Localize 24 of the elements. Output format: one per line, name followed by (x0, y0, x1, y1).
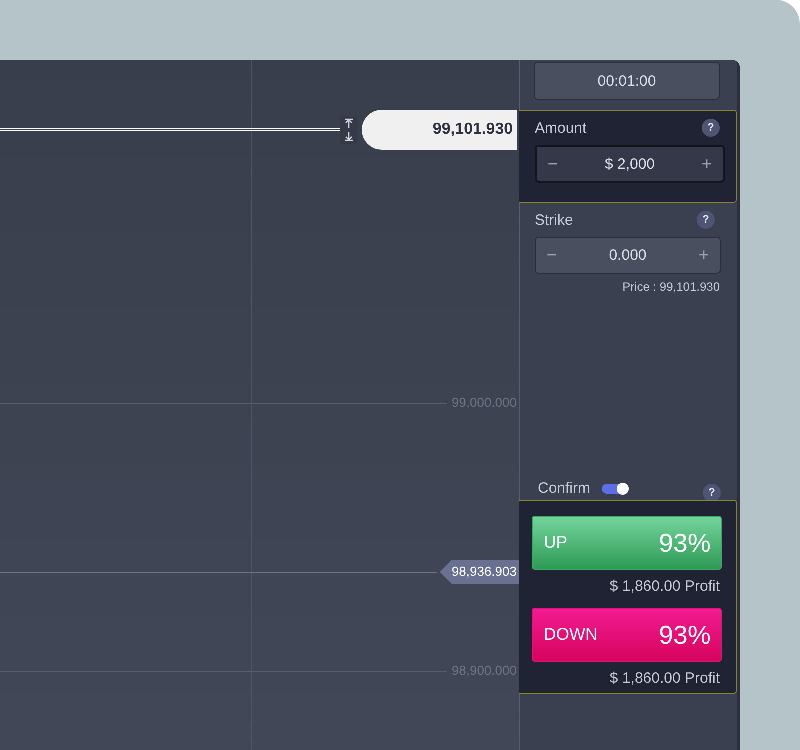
decrement-button[interactable]: − (536, 238, 568, 273)
decrement-button[interactable]: − (537, 147, 569, 181)
down-button[interactable]: DOWN 93% (532, 608, 722, 662)
help-button[interactable]: ? (697, 211, 715, 229)
price-tag: 98,936.903 (440, 560, 519, 584)
field-label: Strike (535, 212, 574, 228)
amount-field[interactable]: − $ 2,000 + (535, 145, 725, 183)
confirm-label: Confirm (538, 480, 591, 497)
help-button[interactable]: ? (702, 119, 720, 137)
price-note: Price : 99,101.930 (622, 280, 721, 294)
increment-button[interactable]: + (688, 238, 720, 273)
payout-percent: 93% (658, 528, 711, 558)
increment-button[interactable]: + (691, 147, 723, 181)
field-label: Amount (535, 120, 587, 136)
current-price-label: 99,101.930 (362, 110, 517, 150)
payout-percent: 93% (658, 620, 711, 650)
profit-text: $ 1,860.00 Profit (608, 670, 720, 687)
strike-field[interactable]: − 0.000 + (535, 237, 721, 274)
strike-value: 0.000 (608, 247, 648, 264)
confirm-toggle[interactable] (602, 484, 629, 494)
amount-value: $ 2,000 (604, 156, 656, 172)
profit-text: $ 1,860.00 Profit (608, 578, 720, 595)
expiry-time-field[interactable]: 00:01:00 (534, 62, 720, 100)
up-down-arrows-icon[interactable] (340, 116, 358, 144)
